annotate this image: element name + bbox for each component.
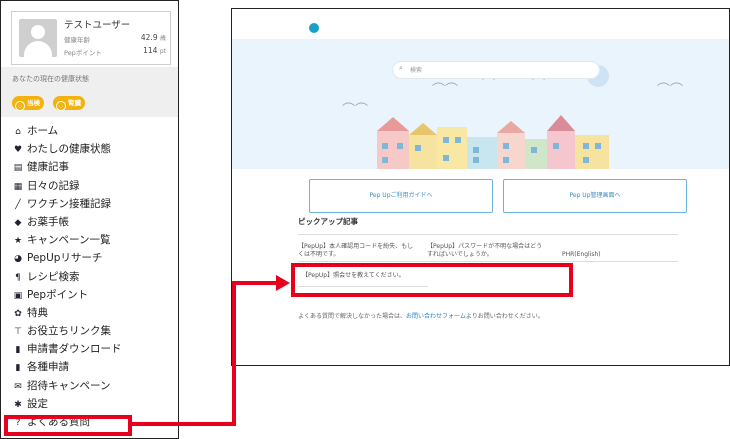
avatar bbox=[19, 19, 57, 57]
sidebar-item-label: ワクチン接種記録 bbox=[27, 197, 111, 210]
sidebar-item-label: ホーム bbox=[27, 125, 59, 137]
sidebar-item-label: お薬手帳 bbox=[27, 215, 69, 228]
invite-icon: ✉ bbox=[14, 381, 22, 392]
stat-pep-points: Pepポイント 114 pt bbox=[64, 46, 166, 57]
sidebar-item-pep-points[interactable]: ▣ Pepポイント bbox=[12, 286, 122, 304]
calendar-icon: ▦ bbox=[13, 181, 23, 192]
status-badge[interactable]: ◡ 当検 bbox=[12, 96, 44, 111]
pepup-logo bbox=[309, 23, 319, 33]
search-icon: ⌕ bbox=[399, 64, 403, 72]
stat-unit: 歳 bbox=[159, 35, 166, 42]
divider bbox=[298, 261, 678, 262]
smile-icon: ◡ bbox=[56, 101, 66, 111]
stat-label: Pepポイント bbox=[64, 49, 102, 57]
badge-label: 腎臓 bbox=[68, 99, 81, 107]
sidebar-item-campaigns[interactable]: ★ キャンペーン一覧 bbox=[12, 231, 122, 249]
search-placeholder: 検索 bbox=[410, 67, 423, 74]
points-icon: ▣ bbox=[13, 290, 23, 301]
badge-label: 当検 bbox=[27, 99, 40, 107]
stat-label: 健康年齢 bbox=[64, 36, 90, 44]
sidebar-item-label: PepUpリサーチ bbox=[27, 252, 103, 265]
sidebar-item-label: 各種申請 bbox=[27, 361, 69, 374]
admin-guide-button[interactable]: Pep Up管理画面へ bbox=[503, 179, 687, 213]
gear-icon: ✱ bbox=[14, 399, 22, 410]
sidebar-item-daily-records[interactable]: ▦ 日々の記録 bbox=[12, 177, 122, 195]
sidebar-item-health-articles[interactable]: ▤ 健康記事 bbox=[12, 158, 122, 176]
connector-line bbox=[232, 281, 236, 426]
sidebar-item-my-health[interactable]: ♥ わたしの健康状態 bbox=[12, 140, 122, 158]
sidebar-item-form-download[interactable]: ▮ 申請書ダウンロード bbox=[12, 340, 122, 358]
sidebar-item-applications[interactable]: ▮ 各種申請 bbox=[12, 358, 122, 376]
sidebar-item-settings[interactable]: ✱ 設定 bbox=[12, 395, 122, 413]
arrow-head bbox=[276, 275, 290, 291]
footer-suffix: よりお問い合わせください。 bbox=[465, 313, 544, 320]
sidebar-item-recipes[interactable]: ¶ レシピ検索 bbox=[12, 268, 122, 286]
footer-note: よくある質問で解決しなかった場合は、お問い合わせフォームよりお問い合わせください… bbox=[298, 311, 544, 320]
sidebar: テストユーザー 健康年齢 42.9 歳 Pepポイント 114 pt あなたの現… bbox=[0, 0, 179, 439]
user-name: テストユーザー bbox=[64, 20, 131, 31]
sidebar-item-invite[interactable]: ✉ 招待キャンペーン bbox=[12, 377, 122, 395]
contact-form-link[interactable]: お問い合わせフォーム bbox=[406, 313, 466, 320]
health-status-section: あなたの現在の健康状態 ◡ 当検 ◡ 腎臓 bbox=[1, 67, 178, 117]
profile-card: テストユーザー 健康年齢 42.9 歳 Pepポイント 114 pt bbox=[11, 11, 171, 65]
article-highlight-box bbox=[291, 263, 573, 297]
pickup-article-link[interactable]: PHR(English) bbox=[562, 251, 601, 259]
sidebar-item-label: キャンペーン一覧 bbox=[27, 234, 111, 247]
sidebar-item-label: 設定 bbox=[27, 397, 48, 410]
connector-line bbox=[232, 281, 278, 285]
health-status-label: あなたの現在の健康状態 bbox=[12, 75, 89, 83]
stat-unit: pt bbox=[159, 48, 166, 55]
utensils-icon: ¶ bbox=[15, 272, 21, 283]
syringe-icon: ╱ bbox=[15, 199, 21, 210]
town-illustration bbox=[377, 115, 609, 169]
stat-health-age: 健康年齢 42.9 歳 bbox=[64, 33, 166, 44]
heart-icon: ♥ bbox=[13, 145, 23, 156]
sidebar-item-links[interactable]: ⊤ お役立ちリンク集 bbox=[12, 322, 122, 340]
faq-highlight-box bbox=[4, 415, 132, 436]
sidebar-nav: ⌂ ホーム ♥ わたしの健康状態 ▤ 健康記事 ▦ 日々の記録 ╱ ワクチン接種記録 ◆ お… bbox=[12, 122, 122, 431]
footer-text: よくある質問で解決しなかった場合は、 bbox=[298, 313, 407, 320]
star-icon: ★ bbox=[13, 236, 23, 247]
usage-guide-button[interactable]: Pep Upご利用ガイドへ bbox=[309, 179, 493, 213]
sidebar-item-home[interactable]: ⌂ ホーム bbox=[12, 122, 122, 140]
document-icon: ▮ bbox=[15, 363, 21, 374]
sidebar-item-label: お役立ちリンク集 bbox=[27, 325, 111, 338]
gift-icon: ✿ bbox=[14, 308, 22, 319]
stat-value: 42.9 bbox=[140, 33, 158, 42]
pickup-article-link[interactable]: 【PepUp】本人確認用コードを紛失、もしくは不明です。 bbox=[298, 243, 418, 259]
cloud-icon: ⌒⌒ bbox=[342, 103, 369, 118]
cloud-icon: ⌒⌒ bbox=[432, 83, 459, 98]
sidebar-item-label: 招待キャンペーン bbox=[27, 379, 111, 392]
file-icon: ▮ bbox=[15, 345, 21, 356]
divider bbox=[298, 234, 678, 235]
sidebar-item-label: 健康記事 bbox=[27, 161, 69, 174]
sidebar-item-label: 日々の記録 bbox=[27, 179, 80, 192]
smile-icon: ◡ bbox=[15, 101, 25, 111]
stat-value: 114 bbox=[143, 46, 158, 55]
sidebar-item-label: 特典 bbox=[27, 306, 48, 319]
newspaper-icon: ▤ bbox=[13, 163, 23, 174]
pin-icon: ⊤ bbox=[14, 327, 22, 338]
home-icon: ⌂ bbox=[15, 127, 21, 137]
sidebar-item-benefits[interactable]: ✿ 特典 bbox=[12, 304, 122, 322]
faq-page-screenshot: ⌒⌒ ⌒ ⌒ ⌒⌒ ⌒⌒ ⌕ 検索 Pep Upご利用ガイドへ Pep Up管理… bbox=[231, 8, 730, 366]
sidebar-item-vaccination[interactable]: ╱ ワクチン接種記録 bbox=[12, 195, 122, 213]
hero-banner: ⌒⌒ ⌒ ⌒ ⌒⌒ ⌒⌒ bbox=[232, 39, 729, 169]
pill-icon: ◆ bbox=[14, 217, 22, 228]
sidebar-item-research[interactable]: ◕ PepUpリサーチ bbox=[12, 249, 122, 267]
pickup-articles-title: ピックアップ記事 bbox=[298, 217, 358, 226]
sidebar-item-medication[interactable]: ◆ お薬手帳 bbox=[12, 213, 122, 231]
sidebar-item-label: わたしの健康状態 bbox=[27, 143, 111, 156]
connector-line bbox=[132, 422, 236, 426]
sidebar-item-label: レシピ検索 bbox=[27, 270, 80, 283]
cloud-icon: ⌒⌒ bbox=[657, 83, 684, 98]
pickup-article-link[interactable]: 【PepUp】パスワードが不明な場合はどうすればいいでしょうか。 bbox=[427, 243, 547, 259]
sidebar-item-label: 申請書ダウンロード bbox=[27, 343, 122, 356]
sidebar-item-label: Pepポイント bbox=[27, 288, 89, 301]
status-badge[interactable]: ◡ 腎臓 bbox=[53, 96, 85, 111]
search-input[interactable]: ⌕ 検索 bbox=[392, 61, 600, 79]
pie-chart-icon: ◕ bbox=[14, 254, 22, 265]
